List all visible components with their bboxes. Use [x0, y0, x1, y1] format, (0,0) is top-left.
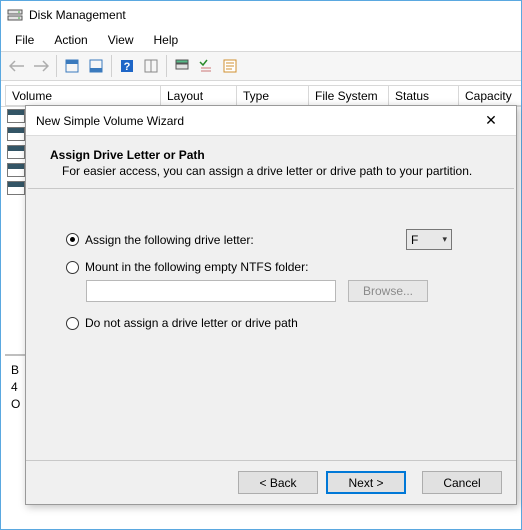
- radio-label: Do not assign a drive letter or drive pa…: [85, 316, 298, 330]
- disk-action-icon[interactable]: [170, 54, 194, 78]
- drive-icon: [7, 127, 25, 141]
- checklist-icon[interactable]: [194, 54, 218, 78]
- help-icon[interactable]: ?: [115, 54, 139, 78]
- toolbar-divider: [56, 55, 57, 77]
- drive-letter-value: F: [411, 233, 418, 247]
- close-icon[interactable]: ✕: [476, 112, 506, 129]
- drive-letter-select[interactable]: F ▾: [406, 229, 452, 250]
- option-assign-letter: Assign the following drive letter: F ▾: [66, 229, 492, 250]
- window-titlebar: Disk Management: [1, 1, 521, 29]
- toolbar-divider: [166, 55, 167, 77]
- menu-view[interactable]: View: [100, 31, 142, 49]
- svg-text:?: ?: [124, 61, 131, 73]
- browse-button: Browse...: [348, 280, 428, 302]
- col-filesystem[interactable]: File System: [309, 85, 389, 106]
- radio-label: Assign the following drive letter:: [85, 233, 254, 247]
- dialog-subheading: For easier access, you can assign a driv…: [62, 164, 492, 178]
- menu-action[interactable]: Action: [46, 31, 95, 49]
- app-icon: [7, 7, 23, 23]
- cancel-button[interactable]: Cancel: [422, 471, 502, 494]
- dialog-title: New Simple Volume Wizard: [36, 114, 476, 128]
- toolbar-divider: [111, 55, 112, 77]
- option-mount-folder: Mount in the following empty NTFS folder…: [66, 260, 492, 274]
- radio-assign-letter[interactable]: Assign the following drive letter:: [66, 233, 254, 247]
- col-type[interactable]: Type: [237, 85, 309, 106]
- toolbar: ?: [1, 51, 521, 81]
- new-volume-wizard-dialog: New Simple Volume Wizard ✕ Assign Drive …: [25, 105, 517, 505]
- drive-icon: [7, 163, 25, 177]
- radio-mount-folder[interactable]: Mount in the following empty NTFS folder…: [66, 260, 308, 274]
- dialog-header: Assign Drive Letter or Path For easier a…: [26, 136, 516, 188]
- dialog-heading: Assign Drive Letter or Path: [50, 148, 492, 162]
- dialog-footer: < Back Next > Cancel: [26, 460, 516, 504]
- panel-top-icon[interactable]: [60, 54, 84, 78]
- menu-help[interactable]: Help: [146, 31, 187, 49]
- menu-file[interactable]: File: [7, 31, 42, 49]
- drive-icon: [7, 109, 25, 123]
- radio-no-assign[interactable]: Do not assign a drive letter or drive pa…: [66, 316, 298, 330]
- back-icon: [5, 54, 29, 78]
- col-status[interactable]: Status: [389, 85, 459, 106]
- drive-icon: [7, 181, 25, 195]
- mount-path-row: Browse...: [66, 280, 492, 302]
- radio-icon: [66, 317, 79, 330]
- volumes-header: Volume Layout Type File System Status Ca…: [1, 85, 521, 107]
- refresh-icon[interactable]: [139, 54, 163, 78]
- radio-icon: [66, 261, 79, 274]
- panel-bottom-icon[interactable]: [84, 54, 108, 78]
- col-volume[interactable]: Volume: [5, 85, 161, 106]
- menubar: File Action View Help: [1, 29, 521, 51]
- option-no-assign: Do not assign a drive letter or drive pa…: [66, 316, 492, 330]
- forward-icon: [29, 54, 53, 78]
- properties-icon[interactable]: [218, 54, 242, 78]
- col-capacity[interactable]: Capacity: [459, 85, 521, 106]
- back-button[interactable]: < Back: [238, 471, 318, 494]
- next-button[interactable]: Next >: [326, 471, 406, 494]
- col-layout[interactable]: Layout: [161, 85, 237, 106]
- chevron-down-icon: ▾: [442, 234, 447, 245]
- drive-icon: [7, 145, 25, 159]
- dialog-titlebar: New Simple Volume Wizard ✕: [26, 106, 516, 136]
- window-title: Disk Management: [29, 8, 126, 22]
- dialog-body: Assign the following drive letter: F ▾ M…: [26, 189, 516, 350]
- radio-icon: [66, 233, 79, 246]
- radio-label: Mount in the following empty NTFS folder…: [85, 260, 308, 274]
- mount-path-input: [86, 280, 336, 302]
